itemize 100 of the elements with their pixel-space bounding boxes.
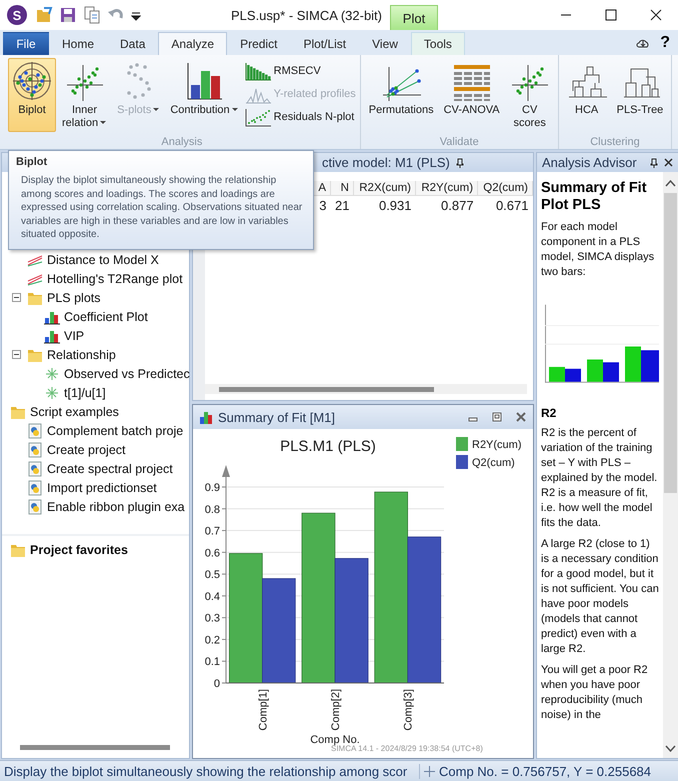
save-icon[interactable] (59, 6, 77, 24)
paragraph: For each model component in a PLS model, SIMCA displays two bars: (541, 220, 656, 280)
paragraph: R2 is the percent of variation of the training set – Y with PLS – explained by the model. R2 is a measure of fit, i.e. how well the model fits the data. (541, 426, 658, 531)
tree-item[interactable]: Coefficient Plot (2, 307, 189, 326)
sparkle-icon (44, 366, 60, 382)
tree-item[interactable]: Project favorites (2, 540, 189, 559)
ribbon-tab[interactable]: File (3, 32, 49, 55)
sparkle-icon (44, 384, 60, 400)
axis-tick-label: 0.4 (204, 590, 220, 603)
axis-tick-label: 0.7 (204, 526, 220, 538)
column-header: A (314, 181, 331, 196)
ribbon-button[interactable]: Contribution (166, 58, 243, 132)
category-label: Comp[2] (330, 689, 342, 731)
ribbon-button[interactable]: Biplot (8, 58, 56, 132)
script-file-icon (27, 422, 43, 438)
tree-item[interactable]: Relationship (2, 345, 189, 364)
restore-icon[interactable] (491, 411, 503, 423)
scrollbar[interactable] (663, 172, 678, 758)
panel-title: Analysis Advisor (542, 155, 637, 170)
axis-tick-label: 0 (214, 678, 220, 690)
pin-icon[interactable] (650, 158, 658, 168)
script-file-icon (27, 460, 43, 476)
tree-item[interactable]: Observed vs Predictec (2, 364, 189, 383)
scroll-up-icon (665, 180, 676, 187)
tooltip-title: Biplot (16, 156, 48, 168)
close-icon[interactable] (515, 411, 527, 423)
subheading: R2 (541, 406, 558, 420)
scroll-down-icon (665, 745, 676, 752)
contextual-tab-label: Plot (390, 5, 438, 30)
tree-item[interactable]: Complement batch proje (2, 421, 189, 440)
tooltip-text: Display the biplot simultaneously showing the relationship among scores and loadings. The scores and loadings are expressed using correlation scaling. Observations situated near variables are high in these variables and are low in variables situated opposite. (20, 174, 304, 242)
group-label: Clustering (589, 136, 641, 149)
copy-icon[interactable] (83, 6, 101, 24)
dot-scatter-icon (244, 108, 271, 126)
ribbon-button[interactable]: Residuals N-plot (244, 106, 356, 128)
ribbon-tab[interactable]: Predict (227, 32, 290, 55)
help-button[interactable]: ? (660, 34, 670, 52)
script-file-icon (27, 480, 43, 496)
ribbon-tab[interactable]: Tools (410, 32, 465, 55)
axis-tick-label: 0.8 (204, 504, 220, 516)
table-cell: 3 (314, 196, 331, 215)
tree-item[interactable]: Create project (2, 440, 189, 459)
ribbon-tab[interactable]: Plot/List (290, 32, 360, 55)
heading: Summary of Fit Plot PLS (541, 180, 648, 214)
tree-item[interactable]: Import predictionset (2, 478, 189, 497)
ribbon-tab[interactable]: Data (107, 32, 158, 55)
ribbon-button[interactable]: HCA (562, 58, 611, 132)
group-label: Validate (438, 136, 480, 149)
column-header: Q2(cum) (478, 181, 532, 196)
tree-item[interactable]: Hotelling's T2Range plot (2, 269, 189, 288)
tree-item[interactable]: Create spectral project (2, 459, 189, 478)
column-header: N (330, 181, 354, 196)
panel-title: ctive model: M1 (PLS) (322, 155, 450, 170)
close-icon[interactable] (664, 158, 673, 167)
axis-tick-label: 0.6 (204, 547, 220, 560)
scrollbar[interactable] (20, 744, 170, 750)
tree-item[interactable]: Script examples (2, 402, 189, 421)
axis-title: Comp No. (310, 734, 360, 746)
script-file-icon (27, 498, 43, 514)
status-coordinates: Comp No. = 0.756757, Y = 0.255684 (439, 764, 652, 778)
ribbon-button[interactable]: PLS-Tree (612, 58, 668, 132)
legend-label: R2Y(cum) (472, 439, 522, 451)
close-icon (650, 9, 662, 21)
axis-tick-label: 0.9 (204, 482, 220, 494)
legend-label: Q2(cum) (472, 457, 515, 469)
descending-bars-icon (244, 62, 271, 80)
tree-item[interactable]: t[1]/u[1] (2, 383, 189, 402)
group-label: Analysis (160, 136, 204, 149)
open-folder-icon[interactable] (35, 6, 53, 24)
script-file-icon (27, 442, 43, 458)
tree-item[interactable]: Enable ribbon plugin exa (2, 497, 189, 516)
app-logo[interactable]: S (7, 5, 27, 25)
crosshair-icon (424, 766, 435, 776)
column-header: R2X(cum) (353, 181, 416, 196)
tree-item[interactable]: VIP (2, 326, 189, 345)
ribbon-tab[interactable]: Home (49, 32, 108, 55)
axis-tick-label: 0.3 (204, 612, 220, 625)
axis-tick-label: 0.1 (204, 656, 220, 668)
pin-icon[interactable] (456, 158, 464, 168)
scrollbar[interactable] (219, 386, 434, 392)
ribbon-tab[interactable]: Analyze (158, 32, 228, 55)
ribbon-button[interactable]: CV-ANOVA (440, 58, 504, 132)
column-header: R2Y(cum) (416, 181, 478, 196)
bar-chart-icon (199, 410, 213, 424)
window-title: PLS.usp* - SIMCA (32-bit) (231, 8, 382, 22)
ribbon-button[interactable]: CV scores (506, 58, 554, 132)
window-title: Summary of Fit [M1] (218, 410, 336, 424)
ribbon-tab[interactable]: View (359, 32, 411, 55)
tree-item[interactable]: Distance to Model X (2, 250, 189, 269)
table-cell: 0.877 (416, 196, 478, 215)
paragraph: A large R2 (close to 1) is a necessary condition for a good model, but it is not sufficient. You can have poor models (models that cannot predict) even with a large R2. (541, 537, 659, 657)
paragraph: You will get a poor R2 when you have poor reproducibility (much noise) in the (541, 663, 649, 723)
tree-item[interactable]: PLS plots (2, 288, 189, 307)
ribbon-button[interactable]: Inner relation (58, 58, 112, 132)
ribbon-button[interactable]: Permutations (364, 58, 438, 132)
chart-title: PLS.M1 (PLS) (280, 438, 376, 455)
category-label: Comp[1] (257, 689, 270, 731)
category-label: Comp[3] (402, 689, 415, 731)
ribbon-button[interactable]: RMSECV (244, 60, 356, 82)
footer-text: SIMCA 14.1 - 2024/8/29 19:38:54 (UTC+8) (331, 744, 483, 753)
